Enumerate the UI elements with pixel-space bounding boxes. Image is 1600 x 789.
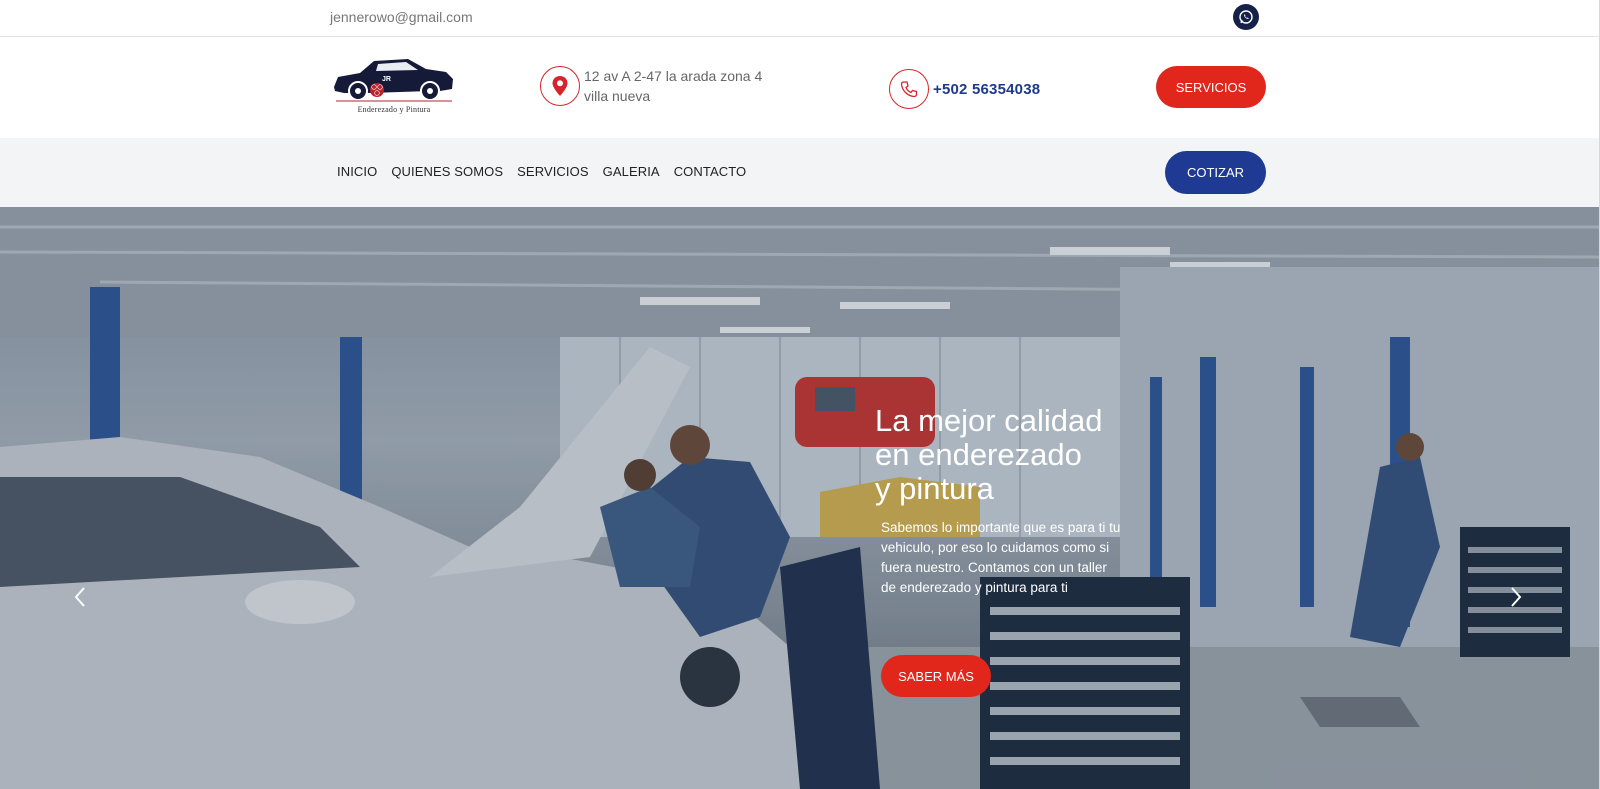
nav-item-servicios[interactable]: SERVICIOS [517, 164, 588, 179]
site-header: JR Enderezado y Pintura 12 av A 2-47 la … [0, 37, 1600, 138]
nav-item-quienes-somos[interactable]: QUIENES SOMOS [391, 164, 503, 179]
whatsapp-icon[interactable] [1233, 4, 1259, 30]
hero-title: La mejor calidad en enderezado y pintura [875, 403, 1103, 506]
logo[interactable]: JR Enderezado y Pintura [330, 51, 458, 117]
nav-item-inicio[interactable]: INICIO [337, 164, 377, 179]
servicios-button[interactable]: SERVICIOS [1156, 66, 1266, 108]
top-bar: jennerowo@gmail.com [0, 0, 1600, 37]
hero-description: Sabemos lo importante que es para ti tu … [881, 520, 1121, 595]
cotizar-button[interactable]: COTIZAR [1165, 151, 1266, 194]
address-block: 12 av A 2-47 la arada zona 4 villa nueva [540, 66, 762, 106]
contact-email[interactable]: jennerowo@gmail.com [330, 9, 473, 25]
hero-overlay [0, 207, 1600, 789]
nav-item-galeria[interactable]: GALERIA [603, 164, 660, 179]
hero-slider: La mejor calidad en enderezado y pintura… [0, 207, 1600, 789]
phone-icon [889, 69, 929, 109]
saber-mas-button[interactable]: SABER MÁS [881, 655, 991, 697]
address-line1: 12 av A 2-47 la arada zona 4 [584, 68, 763, 84]
nav-item-contacto[interactable]: CONTACTO [674, 164, 747, 179]
phone-number[interactable]: +502 56354038 [933, 81, 1040, 98]
slider-next-arrow-icon[interactable] [1504, 582, 1528, 612]
address-line2: villa nueva [584, 88, 651, 104]
logo-badge: JR [382, 76, 391, 83]
main-nav: INICIO QUIENES SOMOS SERVICIOS GALERIA C… [0, 138, 1600, 207]
slider-prev-arrow-icon[interactable] [68, 582, 92, 612]
phone-block: +502 56354038 [889, 69, 1040, 109]
location-pin-icon [540, 66, 580, 106]
logo-tagline: Enderezado y Pintura [357, 105, 431, 114]
